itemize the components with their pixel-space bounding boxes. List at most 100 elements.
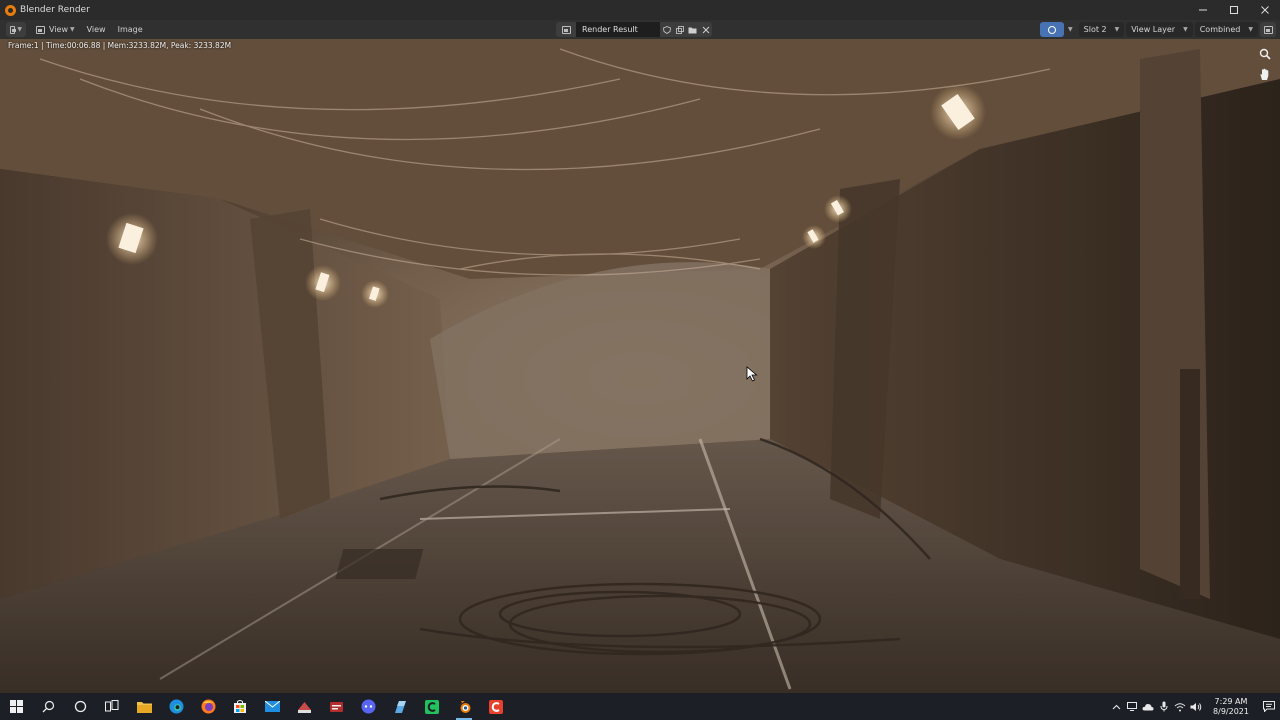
taskbar-app-2[interactable] — [320, 693, 352, 720]
system-tray: 7:29 AM 8/9/2021 — [1108, 693, 1280, 720]
start-button[interactable] — [0, 693, 32, 720]
file-explorer-icon — [136, 701, 152, 713]
chevron-down-icon: ▼ — [17, 26, 22, 33]
view-mode-icon — [36, 25, 45, 34]
window-title: Blender Render — [20, 5, 90, 15]
slot-label: Slot 2 — [1083, 25, 1107, 34]
render-viewport[interactable]: Frame:1 | Time:00:06.88 | Mem:3233.82M, … — [0, 39, 1280, 693]
display-channels-icon — [1048, 25, 1057, 34]
new-image-button[interactable] — [673, 22, 686, 37]
taskbar: 7:29 AM 8/9/2021 — [0, 693, 1280, 720]
notification-icon — [1263, 701, 1275, 712]
app-icon-1 — [297, 701, 311, 713]
chevron-down-icon: ▼ — [1183, 26, 1188, 33]
menu-view-label: View — [86, 25, 106, 34]
edge-icon — [169, 699, 183, 714]
fake-user-button[interactable] — [660, 22, 673, 37]
browse-image-button[interactable] — [556, 22, 576, 37]
editor-type-button[interactable]: ▼ — [6, 22, 26, 37]
close-button[interactable] — [1249, 0, 1280, 20]
taskbar-app-1[interactable] — [288, 693, 320, 720]
sidebar-toggle-button[interactable] — [1260, 22, 1276, 37]
firefox-icon — [201, 699, 215, 714]
menu-image[interactable]: Image — [114, 22, 147, 37]
maximize-button[interactable] — [1218, 0, 1249, 20]
taskbar-store[interactable] — [224, 693, 256, 720]
task-view-button[interactable] — [96, 693, 128, 720]
app-icon-4 — [394, 700, 406, 713]
blender-logo-icon — [5, 4, 16, 16]
taskbar-mail[interactable] — [256, 693, 288, 720]
close-icon — [1260, 6, 1269, 14]
taskbar-firefox[interactable] — [192, 693, 224, 720]
clock-date: 8/9/2021 — [1213, 706, 1249, 716]
render-pass-label: Combined — [1199, 25, 1241, 34]
chevron-down-icon: ▼ — [1248, 26, 1253, 33]
sidebar-icon — [1263, 25, 1273, 34]
tray-network-button[interactable] — [1172, 693, 1188, 720]
task-view-icon — [105, 700, 119, 712]
shield-icon — [662, 25, 671, 34]
microphone-icon — [1160, 701, 1168, 712]
cloud-icon — [1142, 703, 1154, 710]
action-center-button[interactable] — [1258, 693, 1280, 720]
taskbar-file-explorer[interactable] — [128, 693, 160, 720]
taskbar-app-6[interactable] — [480, 693, 512, 720]
tray-onedrive-button[interactable] — [1140, 693, 1156, 720]
cortana-icon — [74, 700, 86, 713]
chevron-down-icon: ▼ — [69, 26, 75, 33]
folder-icon — [688, 27, 697, 33]
taskbar-app-3[interactable] — [352, 693, 384, 720]
mail-icon — [264, 701, 280, 712]
tray-overflow-button[interactable] — [1108, 693, 1124, 720]
window-titlebar: Blender Render — [0, 0, 1280, 20]
chevron-down-icon: ▼ — [1068, 26, 1073, 33]
view-layer-label: View Layer — [1131, 25, 1176, 34]
taskbar-blender[interactable] — [448, 693, 480, 720]
image-browse-icon — [561, 25, 571, 34]
taskbar-clock[interactable]: 7:29 AM 8/9/2021 — [1204, 697, 1258, 717]
image-editor-icon — [10, 25, 17, 34]
display-channels-button[interactable] — [1040, 22, 1065, 37]
cortana-button[interactable] — [64, 693, 96, 720]
minimize-icon — [1198, 9, 1207, 11]
taskbar-app-5[interactable] — [416, 693, 448, 720]
blender-icon — [457, 700, 471, 713]
tray-microphone-button[interactable] — [1156, 693, 1172, 720]
app-icon-6 — [489, 699, 503, 714]
taskbar-edge[interactable] — [160, 693, 192, 720]
clock-time: 7:29 AM — [1214, 696, 1248, 706]
store-icon — [234, 699, 246, 713]
view-mode-dropdown[interactable]: View ▼ — [32, 22, 79, 37]
image-name-field[interactable]: Render Result — [576, 22, 660, 37]
unlink-image-button[interactable] — [699, 22, 712, 37]
menu-view[interactable]: View — [83, 22, 110, 37]
zoom-gizmo-button[interactable] — [1256, 45, 1274, 63]
slot-dropdown[interactable]: Slot 2 ▼ — [1078, 22, 1125, 37]
maximize-icon — [1229, 6, 1238, 14]
chevron-up-icon — [1112, 704, 1120, 709]
taskbar-app-4[interactable] — [384, 693, 416, 720]
windows-start-icon — [9, 700, 23, 713]
pan-gizmo-button[interactable] — [1256, 65, 1274, 83]
render-pass-dropdown[interactable]: Combined ▼ — [1194, 22, 1258, 37]
minimize-button[interactable] — [1187, 0, 1218, 20]
app-icon-2 — [329, 701, 343, 712]
search-button[interactable] — [32, 693, 64, 720]
render-stats: Frame:1 | Time:00:06.88 | Mem:3233.82M, … — [8, 41, 232, 50]
view-layer-dropdown[interactable]: View Layer ▼ — [1126, 22, 1193, 37]
app-icon-3 — [361, 699, 375, 714]
search-icon — [42, 700, 54, 713]
tray-volume-button[interactable] — [1188, 693, 1204, 720]
image-editor-header: ▼ View ▼ View Image Render Result ▼ Slot… — [0, 20, 1280, 39]
volume-icon — [1190, 702, 1202, 711]
window-controls — [1187, 0, 1280, 20]
open-image-button[interactable] — [686, 22, 699, 37]
render-image — [0, 39, 1280, 693]
hand-icon — [1260, 68, 1269, 80]
chevron-down-icon: ▼ — [1114, 26, 1120, 33]
zoom-icon — [1259, 48, 1271, 60]
render-slot-controls: ▼ Slot 2 ▼ View Layer ▼ Combined ▼ — [1040, 22, 1276, 37]
tray-device-button[interactable] — [1124, 693, 1140, 720]
app-icon-5 — [425, 699, 439, 714]
